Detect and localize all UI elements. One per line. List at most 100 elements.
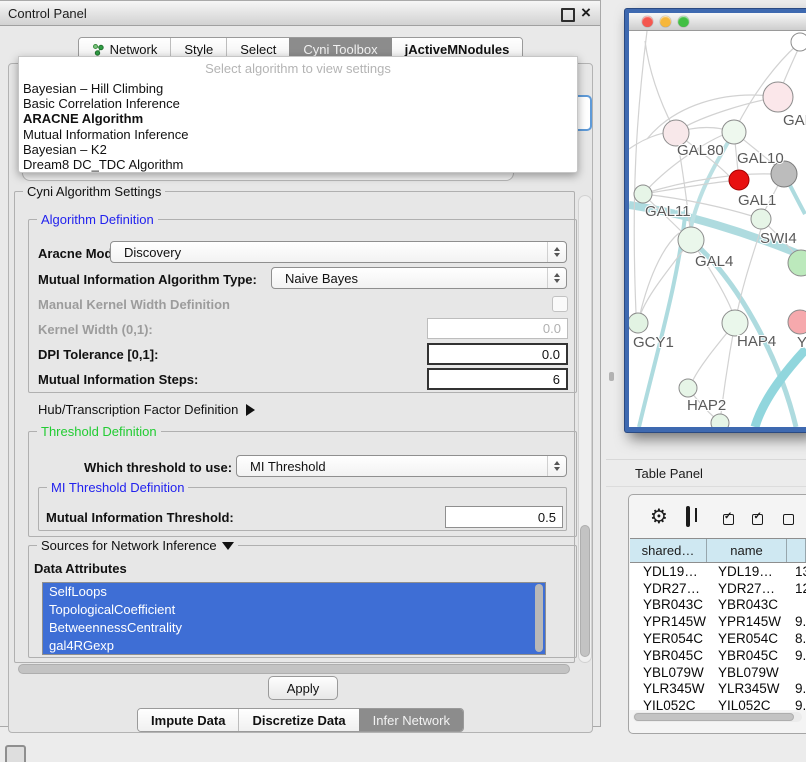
table-panel-title: Table Panel bbox=[635, 466, 703, 481]
control-panel-titlebar[interactable]: Control Panel × bbox=[0, 1, 600, 26]
bottom-tab-infer-network[interactable]: Infer Network bbox=[359, 709, 463, 731]
mi-steps-field[interactable]: 6 bbox=[427, 368, 568, 390]
algorithm-dropdown-prompt: Select algorithm to view settings bbox=[19, 57, 577, 81]
table-cell: 9. bbox=[787, 681, 806, 696]
bottom-tab-discretize-data[interactable]: Discretize Data bbox=[238, 709, 358, 731]
network-node[interactable] bbox=[711, 414, 729, 427]
float-panel-icon[interactable] bbox=[561, 8, 575, 22]
table-row[interactable]: YDL19…YDL19…13 bbox=[630, 563, 806, 580]
table-hscroll-thumb[interactable] bbox=[634, 713, 794, 721]
table-cell: YER054C bbox=[630, 631, 707, 646]
network-node[interactable] bbox=[791, 33, 806, 51]
mac-close-icon[interactable] bbox=[642, 16, 653, 27]
combo-stepper-icon bbox=[547, 456, 566, 476]
minimized-panel-icon[interactable] bbox=[5, 745, 26, 762]
data-attribute-item[interactable]: gal4RGexp bbox=[43, 637, 545, 655]
column-header-clipped[interactable] bbox=[787, 539, 806, 562]
table-cell: YBL079W bbox=[707, 665, 787, 680]
table-cell: 9. bbox=[787, 648, 806, 663]
table-cell: YLR345W bbox=[707, 681, 787, 696]
table-row[interactable]: YBR045CYBR045C9. bbox=[630, 647, 806, 664]
network-node-label: GAL10 bbox=[737, 150, 784, 167]
table-cell: YBL079W bbox=[630, 665, 707, 680]
algorithm-option[interactable]: Dream8 DC_TDC Algorithm bbox=[19, 157, 577, 172]
algorithm-dropdown-list: Bayesian – Hill ClimbingBasic Correlatio… bbox=[19, 81, 577, 172]
data-attribute-item[interactable]: TopologicalCoefficient bbox=[43, 601, 545, 619]
deselect-all-checkbox-icon[interactable] bbox=[783, 514, 794, 525]
network-node-label: GAL11 bbox=[645, 203, 691, 220]
network-node[interactable] bbox=[678, 227, 704, 253]
mac-zoom-icon[interactable] bbox=[678, 16, 689, 27]
network-node[interactable] bbox=[629, 313, 648, 333]
network-node[interactable] bbox=[788, 310, 806, 334]
table-row[interactable]: YBL079WYBL079W bbox=[630, 664, 806, 681]
table-cell: 12 bbox=[787, 581, 806, 596]
network-node[interactable] bbox=[729, 170, 749, 190]
column-layout-icon[interactable] bbox=[686, 506, 690, 527]
desktop: Control Panel × NetworkStyleSelectCyni T… bbox=[0, 0, 806, 762]
table-body[interactable]: YDL19…YDL19…13YDR27…YDR27…12YBR043CYBR04… bbox=[630, 563, 806, 710]
which-threshold-combobox[interactable]: MI Threshold bbox=[236, 455, 567, 477]
algorithm-option[interactable]: Bayesian – K2 bbox=[19, 142, 577, 157]
table-row[interactable]: YBR043CYBR043C bbox=[630, 597, 806, 614]
apply-button[interactable]: Apply bbox=[268, 676, 338, 700]
algorithm-option[interactable]: ARACNE Algorithm bbox=[19, 111, 577, 126]
settings-vscroll-thumb[interactable] bbox=[580, 525, 590, 657]
sources-legend-text: Sources for Network Inference bbox=[41, 538, 217, 553]
algorithm-option[interactable]: Basic Correlation Inference bbox=[19, 96, 577, 111]
network-window-titlebar[interactable] bbox=[629, 13, 806, 31]
select-all-checkbox-icon2[interactable] bbox=[752, 514, 763, 525]
table-cell: YBR043C bbox=[630, 597, 707, 612]
bottom-tab-label: Discretize Data bbox=[252, 713, 345, 728]
table-panel-titlebar[interactable]: Table Panel bbox=[606, 459, 806, 487]
algorithm-option[interactable]: Mutual Information Inference bbox=[19, 127, 577, 142]
bottom-tab-label: Infer Network bbox=[373, 713, 450, 728]
collapsed-arrow-icon bbox=[246, 404, 255, 416]
mi-algorithm-type-combobox[interactable]: Naive Bayes bbox=[271, 267, 567, 289]
kernel-width-label: Kernel Width (0,1): bbox=[38, 322, 153, 337]
column-header-shared-name[interactable]: shared… bbox=[630, 539, 707, 562]
table-cell: YER054C bbox=[707, 631, 787, 646]
network-node-label: HAP4 bbox=[737, 333, 776, 350]
splitter-handle[interactable] bbox=[609, 372, 614, 381]
combo-stepper-icon bbox=[547, 268, 566, 288]
close-icon[interactable]: × bbox=[581, 2, 591, 24]
algorithm-option[interactable]: Bayesian – Hill Climbing bbox=[19, 81, 577, 96]
network-node[interactable] bbox=[722, 120, 746, 144]
network-node-label: SWI4 bbox=[760, 230, 797, 247]
network-node[interactable] bbox=[679, 379, 697, 397]
table-row[interactable]: YER054CYER054C8. bbox=[630, 630, 806, 647]
table-row[interactable]: YDR27…YDR27…12 bbox=[630, 580, 806, 597]
data-attributes-list[interactable]: SelfLoopsTopologicalCoefficientBetweenne… bbox=[42, 582, 546, 655]
mi-algorithm-type-value: Naive Bayes bbox=[285, 271, 358, 286]
aracne-mode-combobox[interactable]: Discovery bbox=[110, 241, 567, 263]
network-canvas[interactable]: GALGAL80GAL10GAL11GAL1SWI4GAL4GCY1HAP4YH… bbox=[629, 31, 806, 427]
table-settings-gear-icon[interactable]: ⚙ bbox=[650, 504, 668, 528]
column-header-name[interactable]: name bbox=[707, 539, 787, 562]
table-cell: YLR345W bbox=[630, 681, 707, 696]
settings-hscroll-thumb[interactable] bbox=[18, 664, 570, 674]
bottom-tab-impute-data[interactable]: Impute Data bbox=[138, 709, 238, 731]
attribute-list-scrollbar[interactable] bbox=[535, 584, 543, 652]
network-node[interactable] bbox=[634, 185, 652, 203]
data-attribute-item[interactable]: SelfLoops bbox=[43, 583, 545, 601]
table-row[interactable]: YPR145WYPR145W9. bbox=[630, 613, 806, 630]
mac-minimize-icon[interactable] bbox=[660, 16, 671, 27]
hub-definition-label: Hub/Transcription Factor Definition bbox=[38, 402, 238, 417]
table-cell: YBR045C bbox=[707, 648, 787, 663]
hub-definition-toggle[interactable]: Hub/Transcription Factor Definition bbox=[38, 402, 255, 417]
sources-legend[interactable]: Sources for Network Inference bbox=[37, 538, 238, 553]
mi-algorithm-type-label: Mutual Information Algorithm Type: bbox=[38, 272, 257, 287]
dpi-tolerance-field[interactable]: 0.0 bbox=[427, 343, 568, 365]
select-all-checkbox-icon[interactable] bbox=[723, 514, 734, 525]
data-attribute-item[interactable]: BetweennessCentrality bbox=[43, 619, 545, 637]
table-row[interactable]: YLR345WYLR345W9. bbox=[630, 681, 806, 698]
mi-threshold-field[interactable]: 0.5 bbox=[445, 506, 563, 528]
manual-kernel-width-checkbox[interactable] bbox=[552, 296, 568, 312]
table-toolbar: ⚙ bbox=[630, 496, 806, 536]
network-node-label: GCY1 bbox=[633, 334, 674, 351]
network-node[interactable] bbox=[763, 82, 793, 112]
network-node[interactable] bbox=[751, 209, 771, 229]
table-row[interactable]: YIL052CYIL052C9. bbox=[630, 697, 806, 710]
tab-label: Style bbox=[184, 42, 213, 57]
